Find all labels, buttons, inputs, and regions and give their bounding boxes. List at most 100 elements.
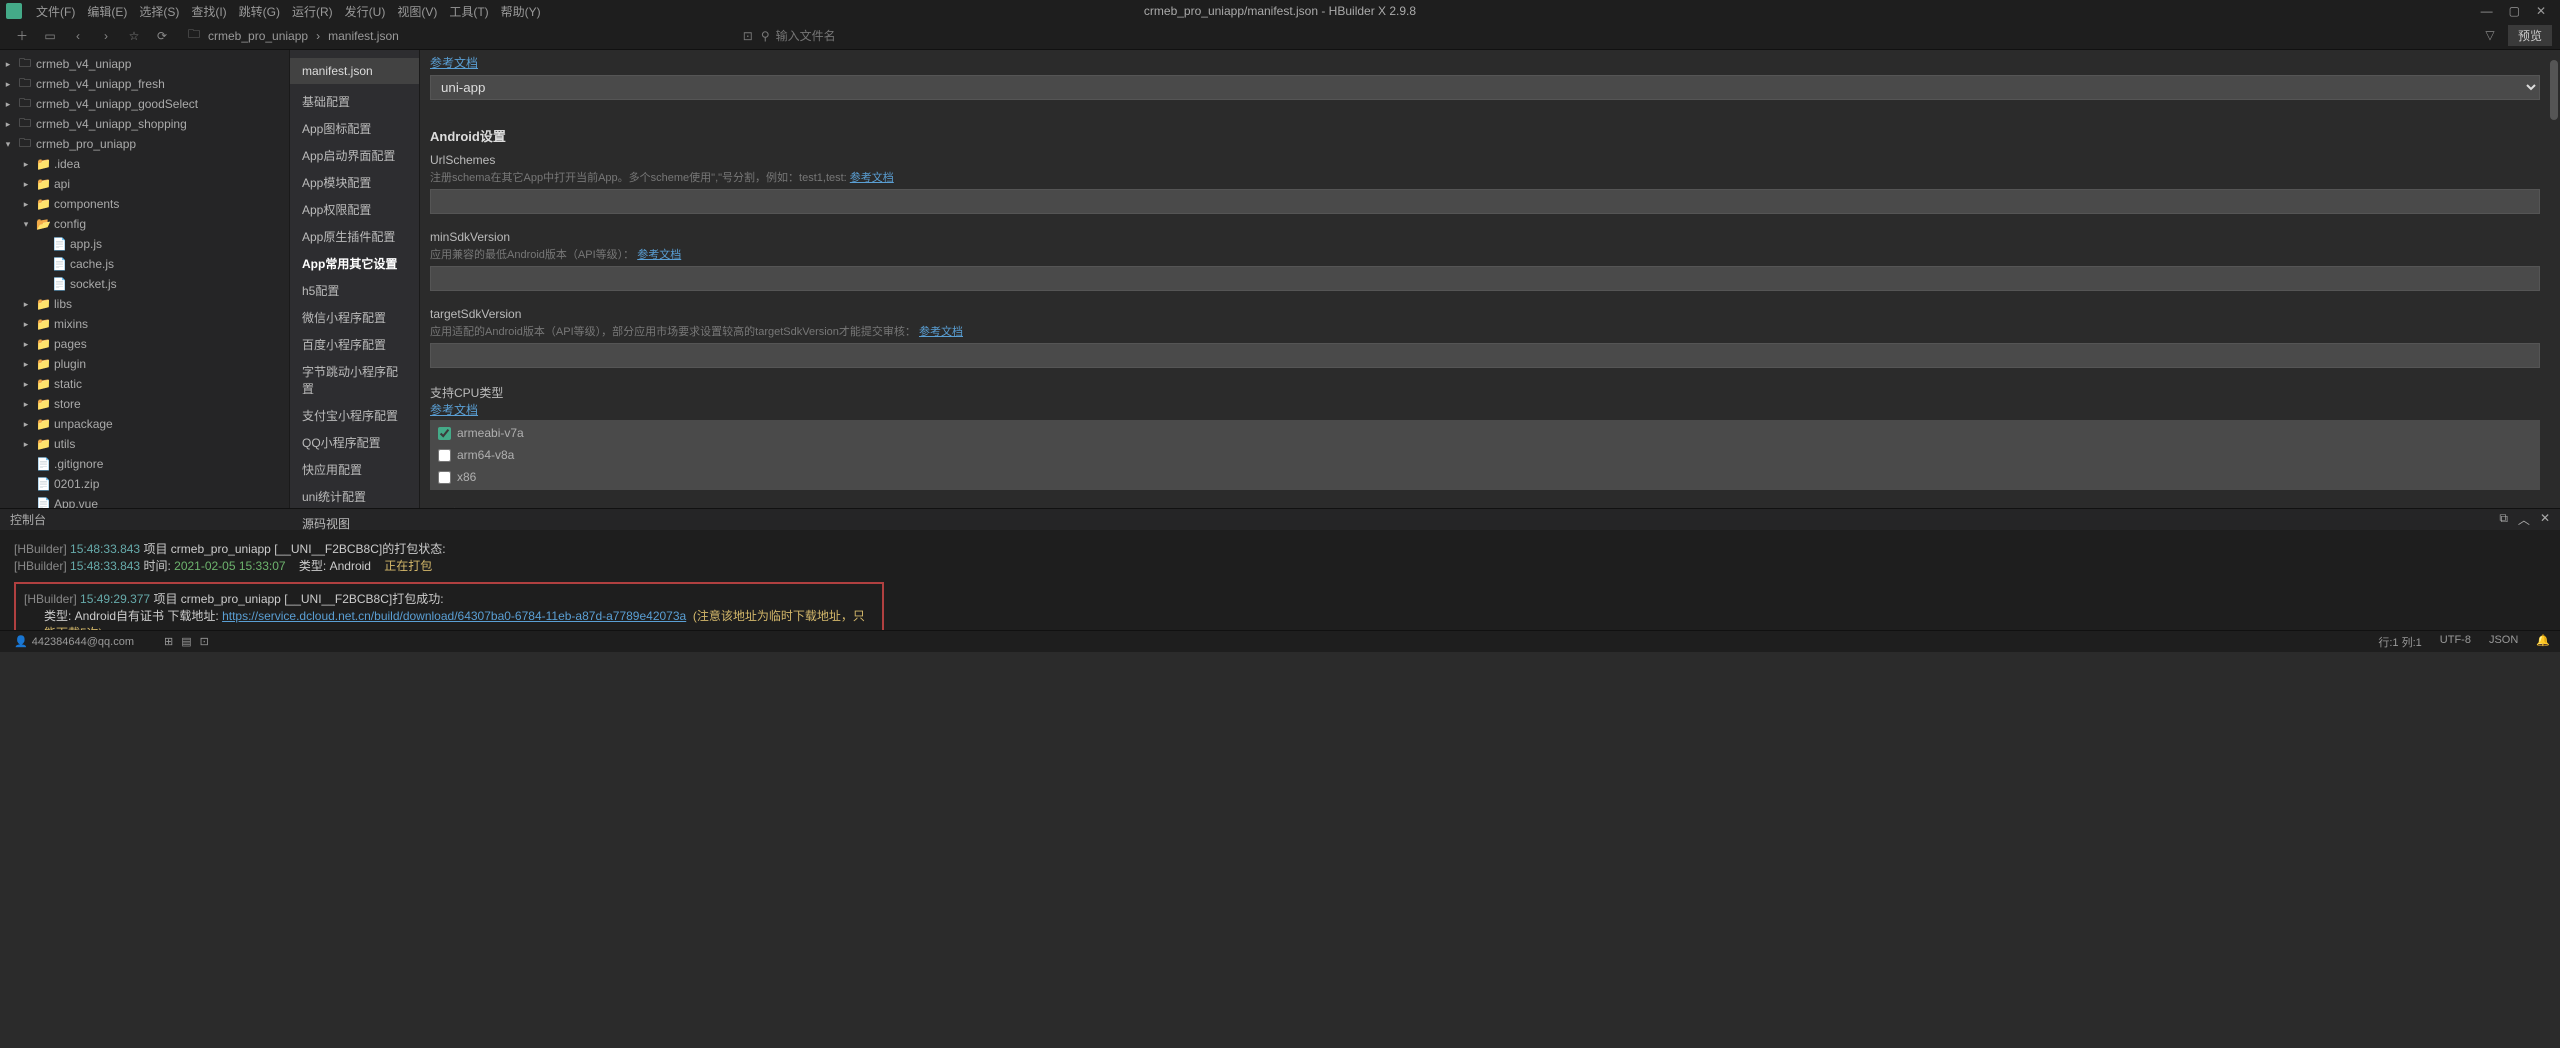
language-mode[interactable]: JSON [2489,634,2518,650]
file-row[interactable]: ▸📁.idea [0,154,289,174]
scrollbar-thumb[interactable] [2550,60,2558,120]
file-row[interactable]: ▸📁utils [0,434,289,454]
config-nav-item[interactable]: App权限配置 [290,196,419,223]
config-nav-item[interactable]: 快应用配置 [290,456,419,483]
urlschemes-input[interactable] [430,189,2540,214]
menu-publish[interactable]: 发行(U) [339,3,392,20]
open-folder-icon[interactable]: ▭ [40,26,60,46]
file-row[interactable]: ▸📁libs [0,294,289,314]
project-row[interactable]: ▸🗀crmeb_v4_uniapp_shopping [0,114,289,134]
encoding[interactable]: UTF-8 [2440,634,2471,650]
user-email[interactable]: 442384644@qq.com [32,636,134,648]
minsdk-ref[interactable]: 参考文档 [637,249,681,261]
file-row[interactable]: 📄0201.zip [0,474,289,494]
file-row[interactable]: ▸📁static [0,374,289,394]
checkbox[interactable] [438,449,451,462]
menu-help[interactable]: 帮助(Y) [495,3,547,20]
cpu-ref[interactable]: 参考文档 [430,403,478,417]
file-row[interactable]: ▸📁store [0,394,289,414]
ref-link[interactable]: 参考文档 [430,56,478,70]
breadcrumb: 🗀 crmeb_pro_uniapp › manifest.json [184,25,403,46]
file-row[interactable]: 📄.gitignore [0,454,289,474]
project-row[interactable]: ▾🗀crmeb_pro_uniapp [0,134,289,154]
file-row[interactable]: 📄App.vue [0,494,289,508]
targetsdk-input[interactable] [430,343,2540,368]
file-icon: 📁 [36,377,50,391]
status-icon-1[interactable]: ⊞ [164,635,173,648]
config-nav-item[interactable]: App原生插件配置 [290,223,419,250]
file-label: pages [54,337,87,351]
download-link[interactable]: https://service.dcloud.net.cn/build/down… [222,609,686,623]
config-nav-item[interactable]: 百度小程序配置 [290,331,419,358]
config-nav-item[interactable]: h5配置 [290,277,419,304]
console-close-icon[interactable]: ✕ [2540,511,2550,528]
file-row[interactable]: ▸📁unpackage [0,414,289,434]
file-row[interactable]: ▸📁components [0,194,289,214]
close-icon[interactable]: ✕ [2536,4,2546,18]
menu-edit[interactable]: 编辑(E) [81,3,133,20]
cpu-arm64-v8a[interactable]: arm64-v8a [430,444,2540,466]
status-icon-3[interactable]: ⊡ [200,635,209,648]
config-nav-item[interactable]: 基础配置 [290,88,419,115]
config-nav-item[interactable]: App模块配置 [290,169,419,196]
file-row[interactable]: ▸📁api [0,174,289,194]
bell-icon[interactable]: 🔔 [2536,634,2550,650]
preview-button[interactable]: 预览 [2508,25,2552,46]
config-nav-item[interactable]: App常用其它设置 [290,250,419,277]
status-icon-2[interactable]: ▤ [181,635,191,648]
minimize-icon[interactable]: — [2481,4,2493,18]
project-row[interactable]: ▸🗀crmeb_v4_uniapp_fresh [0,74,289,94]
checkbox[interactable] [438,471,451,484]
project-row[interactable]: ▸🗀crmeb_v4_uniapp_goodSelect [0,94,289,114]
file-row[interactable]: 📄socket.js [0,274,289,294]
cloud-icon[interactable]: ⊡ [743,29,753,43]
file-row[interactable]: ▾📂config [0,214,289,234]
menu-run[interactable]: 运行(R) [286,3,339,20]
console-collapse-icon[interactable]: ︿ [2518,511,2530,528]
nav-back-icon[interactable]: ‹ [68,26,88,46]
menu-select[interactable]: 选择(S) [133,3,185,20]
menu-find[interactable]: 查找(I) [185,3,232,20]
config-nav-item[interactable]: 字节跳动小程序配置 [290,358,419,402]
file-row[interactable]: ▸📁mixins [0,314,289,334]
search-input[interactable] [776,29,976,43]
filter-icon[interactable]: ▽ [2480,25,2500,45]
line-col[interactable]: 行:1 列:1 [2378,634,2421,650]
targetsdk-ref[interactable]: 参考文档 [919,326,963,338]
minsdk-input[interactable] [430,266,2540,291]
config-nav-item[interactable]: App图标配置 [290,115,419,142]
new-file-icon[interactable]: ＋ [12,26,32,46]
file-row[interactable]: 📄app.js [0,234,289,254]
crumb-file[interactable]: manifest.json [328,29,399,43]
file-row[interactable]: ▸📁plugin [0,354,289,374]
editor-tab[interactable]: manifest.json [290,58,419,84]
config-nav-item[interactable]: 支付宝小程序配置 [290,402,419,429]
menu-view[interactable]: 视图(V) [391,3,443,20]
file-row[interactable]: 📄cache.js [0,254,289,274]
refresh-icon[interactable]: ⟳ [152,26,172,46]
file-row[interactable]: ▸📁pages [0,334,289,354]
file-label: store [54,397,81,411]
cpu-x86[interactable]: x86 [430,466,2540,488]
checkbox[interactable] [438,427,451,440]
star-icon[interactable]: ☆ [124,26,144,46]
nav-forward-icon[interactable]: › [96,26,116,46]
scrollbar[interactable] [2548,50,2558,508]
menu-goto[interactable]: 跳转(G) [233,3,286,20]
config-nav-item[interactable]: 微信小程序配置 [290,304,419,331]
menu-file[interactable]: 文件(F) [30,3,81,20]
urlschemes-ref[interactable]: 参考文档 [850,172,894,184]
project-row[interactable]: ▸🗀crmeb_v4_uniapp [0,54,289,74]
maximize-icon[interactable]: ▢ [2509,4,2520,18]
menu-tools[interactable]: 工具(T) [443,3,494,20]
cpu-armeabi-v7a[interactable]: armeabi-v7a [430,422,2540,444]
console-popout-icon[interactable]: ⧉ [2499,511,2508,528]
config-nav-item[interactable]: uni统计配置 [290,483,419,510]
config-nav-item[interactable]: QQ小程序配置 [290,429,419,456]
crumb-project[interactable]: crmeb_pro_uniapp [208,29,308,43]
file-label: .idea [54,157,80,171]
console-tab[interactable]: 控制台 [10,511,46,528]
config-nav-item[interactable]: 源码视图 [290,510,419,537]
framework-select[interactable]: uni-app [430,75,2540,100]
config-nav-item[interactable]: App启动界面配置 [290,142,419,169]
